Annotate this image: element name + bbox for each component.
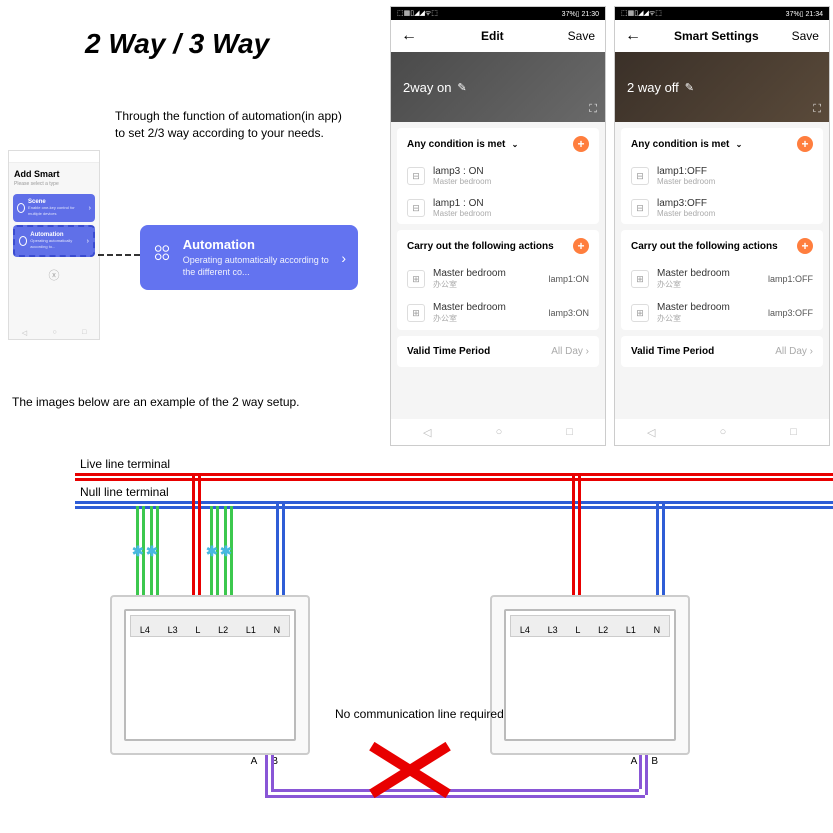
chevron-right-icon: ›: [341, 250, 346, 266]
actions-header: Carry out the following actions +: [397, 230, 599, 262]
device-icon: ⊟: [631, 199, 649, 217]
action-item[interactable]: ⊞ Master bedroom办公室 lamp3:OFF: [621, 296, 823, 330]
image-icon[interactable]: ⛶: [589, 103, 597, 116]
valid-time-row[interactable]: Valid Time Period All Day ›: [621, 336, 823, 367]
save-button[interactable]: Save: [568, 29, 595, 43]
phone-edit: ⬚▦▯◢◢ᯤ⬚37%▯ 21:30 ← Edit Save 2way on✎ ⛶…: [390, 6, 606, 446]
condition-item[interactable]: ⊟ lamp3:OFFMaster bedroom: [621, 192, 823, 224]
condition-item[interactable]: ⊟ lamp1 : ONMaster bedroom: [397, 192, 599, 224]
device-icon: ⊟: [407, 167, 425, 185]
add-action-button[interactable]: +: [797, 238, 813, 254]
connector-line: [98, 254, 140, 256]
switch-icon: ⊞: [407, 304, 425, 322]
add-condition-button[interactable]: +: [573, 136, 589, 152]
add-action-button[interactable]: +: [573, 238, 589, 254]
terminal-row: L4L3 LL2 L1N: [510, 615, 670, 637]
scene-card[interactable]: SceneEnable one-key control for multiple…: [13, 194, 95, 222]
automation-icon: [152, 243, 173, 273]
live-line-label: Live line terminal: [80, 457, 170, 471]
image-icon[interactable]: ⛶: [813, 103, 821, 116]
switch-icon: ⊞: [407, 270, 425, 288]
back-button[interactable]: ←: [401, 27, 417, 45]
automation-card[interactable]: Automation Operating automatically accor…: [140, 225, 358, 290]
scene-banner[interactable]: 2way on✎ ⛶: [391, 52, 605, 122]
condition-item[interactable]: ⊟ lamp3 : ONMaster bedroom: [397, 160, 599, 192]
phone-title: Smart Settings: [674, 29, 759, 43]
conditions-header[interactable]: Any condition is met ⌄ +: [397, 128, 599, 160]
null-line-label: Null line terminal: [80, 485, 169, 499]
description-2: The images below are an example of the 2…: [12, 395, 300, 409]
terminal-row: L4L3 LL2 L1N: [130, 615, 290, 637]
switch-2: L4L3 LL2 L1N AB: [490, 595, 690, 755]
close-icon[interactable]: ⓧ: [9, 267, 99, 283]
conditions-header[interactable]: Any condition is met ⌄ +: [621, 128, 823, 160]
device-icon: ⊟: [631, 167, 649, 185]
switch-icon: ⊞: [631, 304, 649, 322]
actions-header: Carry out the following actions +: [621, 230, 823, 262]
save-button[interactable]: Save: [792, 29, 819, 43]
android-nav: ◁○□: [391, 419, 605, 445]
phone-smart-settings: ⬚▦▯◢◢ᯤ⬚37%▯ 21:34 ← Smart Settings Save …: [614, 6, 830, 446]
switch-icon: ⊞: [631, 270, 649, 288]
device-icon: ⊟: [407, 199, 425, 217]
android-nav: ◁○□: [615, 419, 829, 445]
switch-1: L4L3 LL2 L1N AB: [110, 595, 310, 755]
phone-title: Edit: [481, 29, 504, 43]
automation-card-small[interactable]: AutomationOperating automatically accord…: [13, 225, 95, 257]
valid-time-row[interactable]: Valid Time Period All Day ›: [397, 336, 599, 367]
action-item[interactable]: ⊞ Master bedroom办公室 lamp3:ON: [397, 296, 599, 330]
no-comm-label: No communication line required: [335, 707, 504, 721]
add-smart-phone: Add Smart Please select a type SceneEnab…: [8, 150, 100, 340]
page-title: 2 Way / 3 Way: [85, 28, 269, 60]
add-condition-button[interactable]: +: [797, 136, 813, 152]
red-x-icon: [365, 730, 455, 800]
back-button[interactable]: ←: [625, 27, 641, 45]
action-item[interactable]: ⊞ Master bedroom办公室 lamp1:ON: [397, 262, 599, 296]
scene-banner[interactable]: 2 way off✎ ⛶: [615, 52, 829, 122]
description-1: Through the function of automation(in ap…: [115, 108, 342, 142]
edit-icon[interactable]: ✎: [457, 81, 466, 94]
wiring-diagram: Live line terminal Null line terminal ✱ …: [0, 445, 833, 833]
action-item[interactable]: ⊞ Master bedroom办公室 lamp1:OFF: [621, 262, 823, 296]
add-smart-title: Add Smart: [9, 163, 99, 181]
edit-icon[interactable]: ✎: [685, 81, 694, 94]
condition-item[interactable]: ⊟ lamp1:OFFMaster bedroom: [621, 160, 823, 192]
chevron-down-icon: ⌄: [733, 140, 742, 149]
chevron-down-icon: ⌄: [509, 140, 518, 149]
